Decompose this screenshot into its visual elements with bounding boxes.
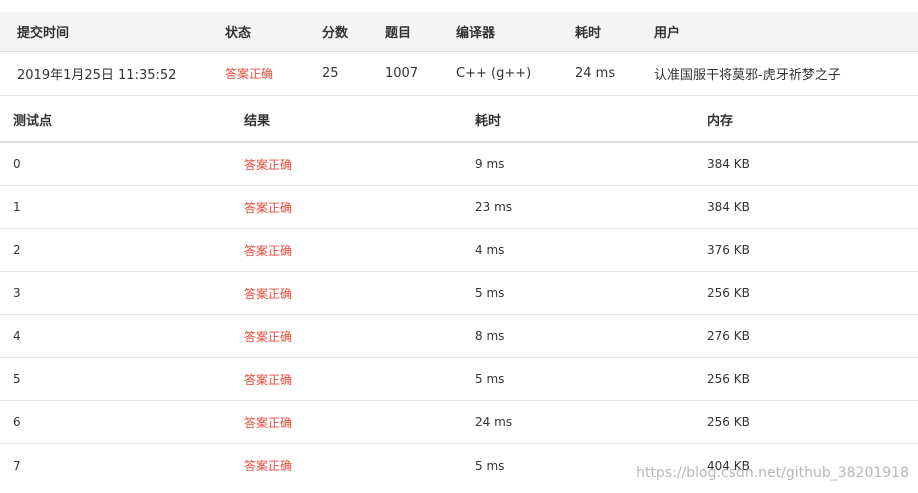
case-id: 1 [13, 200, 21, 214]
table-row: 3 答案正确 5 ms 256 KB [0, 272, 918, 315]
header-memory: 内存 [707, 113, 734, 129]
case-result: 答案正确 [244, 372, 293, 387]
time-cost-value: 24 ms [575, 66, 616, 81]
case-result: 答案正确 [244, 243, 293, 258]
header-submit-time: 提交时间 [17, 26, 70, 41]
case-time: 9 ms [475, 157, 505, 171]
table-row: 1 答案正确 23 ms 384 KB [0, 186, 918, 229]
compiler-value: C++ (g++) [456, 66, 532, 81]
table-row: 2 答案正确 4 ms 376 KB [0, 229, 918, 272]
case-result: 答案正确 [244, 286, 293, 301]
user-link[interactable]: 认准国服干将莫邪-虎牙祈梦之子 [654, 64, 918, 83]
submission-header-row: 提交时间 状态 分数 题目 编译器 耗时 用户 [0, 12, 918, 52]
submission-table: 提交时间 状态 分数 题目 编译器 耗时 用户 2019年1月25日 11:35… [0, 12, 918, 96]
case-memory: 256 KB [707, 286, 750, 300]
header-time-cost: 耗时 [575, 26, 602, 41]
case-time: 8 ms [475, 329, 505, 343]
table-row: 5 答案正确 5 ms 256 KB [0, 358, 918, 401]
case-id: 0 [13, 157, 21, 171]
case-memory: 384 KB [707, 200, 750, 214]
case-memory: 384 KB [707, 157, 750, 171]
score-value: 25 [322, 66, 339, 81]
case-id: 2 [13, 243, 21, 257]
test-case-table: 测试点 结果 耗时 内存 0 答案正确 9 ms 384 KB 1 答案正确 2… [0, 97, 918, 487]
watermark: https://blog.csdn.net/github_38201918 [636, 465, 909, 481]
table-row: 4 答案正确 8 ms 276 KB [0, 315, 918, 358]
case-result: 答案正确 [244, 329, 293, 344]
header-test-case: 测试点 [13, 113, 53, 129]
case-result: 答案正确 [244, 415, 293, 430]
problem-link[interactable]: 1007 [385, 66, 456, 81]
case-result: 答案正确 [244, 459, 293, 473]
case-time: 5 ms [475, 286, 505, 300]
case-memory: 256 KB [707, 415, 750, 429]
case-memory: 256 KB [707, 372, 750, 386]
case-time: 23 ms [475, 200, 513, 214]
header-result: 结果 [244, 113, 271, 129]
header-problem: 题目 [385, 26, 412, 41]
header-status: 状态 [225, 26, 252, 41]
submit-time: 2019年1月25日 11:35:52 [17, 68, 177, 83]
header-user: 用户 [654, 26, 681, 41]
case-time: 4 ms [475, 243, 505, 257]
case-id: 4 [13, 329, 21, 343]
case-result: 答案正确 [244, 200, 293, 215]
case-time: 5 ms [475, 372, 505, 386]
case-id: 3 [13, 286, 21, 300]
submission-detail-page: 提交时间 状态 分数 题目 编译器 耗时 用户 2019年1月25日 11:35… [0, 0, 918, 493]
case-memory: 276 KB [707, 329, 750, 343]
case-memory: 376 KB [707, 243, 750, 257]
header-case-time: 耗时 [475, 113, 502, 129]
header-score: 分数 [322, 26, 349, 41]
submission-row: 2019年1月25日 11:35:52 答案正确 25 1007 C++ (g+… [0, 52, 918, 96]
case-time: 24 ms [475, 415, 513, 429]
case-id: 5 [13, 372, 21, 386]
case-result: 答案正确 [244, 157, 293, 172]
test-case-header-row: 测试点 结果 耗时 内存 [0, 97, 918, 143]
status-badge[interactable]: 答案正确 [225, 65, 322, 82]
table-row: 0 答案正确 9 ms 384 KB [0, 143, 918, 186]
header-compiler: 编译器 [456, 26, 496, 41]
case-id: 6 [13, 415, 21, 429]
table-row: 6 答案正确 24 ms 256 KB [0, 401, 918, 444]
case-id: 7 [13, 458, 21, 473]
